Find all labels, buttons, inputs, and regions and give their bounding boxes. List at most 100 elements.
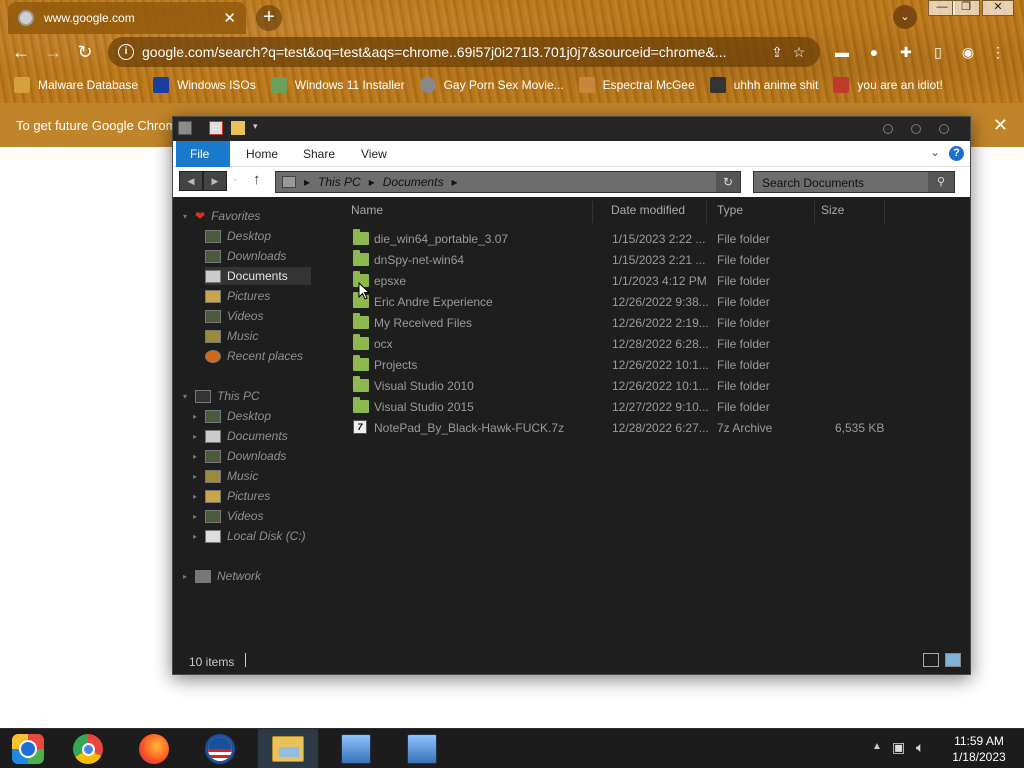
taskbar-firefox[interactable]: [124, 729, 184, 768]
file-row[interactable]: Visual Studio 2010 12/26/2022 10:1... Fi…: [343, 376, 970, 397]
expand-ribbon-icon[interactable]: ⌄: [930, 145, 940, 159]
tab-share[interactable]: Share: [289, 141, 349, 167]
address-bar[interactable]: ▸ This PC ▸ Documents ▸ ↻: [275, 171, 741, 193]
system-clock[interactable]: 11:59 AM 1/18/2023: [944, 733, 1014, 765]
nav-pc-desktop[interactable]: ▸ Desktop: [193, 407, 271, 425]
restore-button[interactable]: ❐: [952, 0, 980, 16]
help-icon[interactable]: ?: [949, 146, 964, 161]
nav-fav-desktop[interactable]: Desktop: [205, 227, 271, 245]
share-icon[interactable]: ⇪: [766, 44, 788, 61]
taskbar-app-2[interactable]: [392, 729, 452, 768]
tab-view[interactable]: View: [347, 141, 401, 167]
maximize-button[interactable]: [911, 124, 921, 134]
forward-button[interactable]: ▶: [203, 171, 227, 191]
nav-fav-pictures[interactable]: Pictures: [205, 287, 270, 305]
explorer-title-bar[interactable]: ▾: [173, 117, 970, 141]
tab-file[interactable]: File: [176, 141, 230, 167]
file-row[interactable]: Projects 12/26/2022 10:1... File folder: [343, 355, 970, 376]
tab-title: www.google.com: [44, 11, 135, 25]
firefox-icon: [139, 734, 169, 764]
taskbar-file-explorer[interactable]: [258, 729, 318, 768]
file-row[interactable]: Visual Studio 2015 12/27/2022 9:10... Fi…: [343, 397, 970, 418]
up-button[interactable]: ↑: [253, 171, 261, 188]
file-type: File folder: [717, 358, 770, 372]
nav-fav-videos[interactable]: Videos: [205, 307, 263, 325]
forward-button[interactable]: →: [40, 39, 66, 65]
close-window-button[interactable]: ✕: [982, 0, 1014, 16]
minimize-button[interactable]: [883, 124, 893, 134]
nav-fav-recent-places[interactable]: Recent places: [205, 347, 303, 365]
close-info-bar-icon[interactable]: ✕: [993, 115, 1008, 136]
search-icon[interactable]: ⚲: [928, 172, 954, 192]
volume-icon[interactable]: 🔈︎: [916, 739, 924, 756]
tab-home[interactable]: Home: [232, 141, 292, 167]
nav-fav-music[interactable]: Music: [205, 327, 258, 345]
profile-icon[interactable]: ◉: [958, 42, 978, 62]
close-button[interactable]: [939, 124, 949, 134]
bookmark-3[interactable]: Gay Porn Sex Movie...: [419, 77, 564, 93]
tab-search-button[interactable]: ⌄: [893, 5, 917, 29]
nav-pc-pictures[interactable]: ▸ Pictures: [193, 487, 270, 505]
nav-pc-local-disk[interactable]: ▸ Local Disk (C:): [193, 527, 306, 545]
large-icons-view-icon[interactable]: [945, 653, 961, 667]
recent-locations-icon[interactable]: ⌄: [231, 173, 239, 184]
network-disconnected-icon[interactable]: ▣: [892, 739, 905, 756]
extension-avatar-icon[interactable]: ●: [864, 42, 884, 62]
taskbar-obama-logo[interactable]: [190, 729, 250, 768]
column-type[interactable]: Type: [709, 201, 815, 223]
refresh-icon[interactable]: ↻: [716, 172, 740, 192]
file-row[interactable]: epsxe 1/1/2023 4:12 PM File folder: [343, 271, 970, 292]
start-button[interactable]: [0, 729, 56, 768]
column-size[interactable]: Size: [813, 201, 885, 223]
bookmark-0[interactable]: Malware Database: [14, 77, 138, 93]
column-name[interactable]: Name: [343, 201, 593, 223]
details-view-icon[interactable]: [923, 653, 939, 667]
taskbar-chrome[interactable]: [58, 729, 118, 768]
new-folder-icon[interactable]: [231, 121, 245, 135]
nav-network[interactable]: ▸ Network: [183, 567, 261, 585]
reload-button[interactable]: ↻: [72, 39, 98, 65]
bookmark-4[interactable]: Espectral McGee: [578, 77, 695, 93]
nav-pc-downloads[interactable]: ▸ Downloads: [193, 447, 286, 465]
properties-icon[interactable]: [209, 121, 223, 135]
file-row[interactable]: dnSpy-net-win64 1/15/2023 2:21 ... File …: [343, 250, 970, 271]
address-bar[interactable]: i google.com/search?q=test&oq=test&aqs=c…: [108, 37, 820, 67]
breadcrumb-documents[interactable]: Documents: [383, 175, 444, 189]
menu-kebab-icon[interactable]: ⋮: [988, 42, 1008, 62]
file-row[interactable]: ocx 12/28/2022 6:28... File folder: [343, 334, 970, 355]
nav-this-pc[interactable]: ▾ This PC: [183, 387, 260, 405]
close-tab-icon[interactable]: ✕: [223, 9, 236, 27]
bookmark-5[interactable]: uhhh anime shit: [709, 77, 818, 93]
show-hidden-icons-chevron-icon[interactable]: ▲: [872, 741, 882, 752]
bookmark-1[interactable]: Windows ISOs: [153, 77, 256, 93]
bookmark-2[interactable]: Windows 11 Installer: [270, 77, 405, 93]
browser-tab[interactable]: www.google.com ✕: [8, 2, 246, 34]
nav-fav-downloads[interactable]: Downloads: [205, 247, 286, 265]
file-type: File folder: [717, 232, 770, 246]
extension-flag-icon[interactable]: ▬: [832, 42, 852, 62]
back-button[interactable]: ◀: [179, 171, 203, 191]
taskbar-app-1[interactable]: [326, 729, 386, 768]
clock-date: 1/18/2023: [952, 750, 1006, 764]
customize-dropdown-icon[interactable]: ▾: [253, 121, 267, 135]
back-button[interactable]: ←: [8, 39, 34, 65]
file-row[interactable]: My Received Files 12/26/2022 2:19... Fil…: [343, 313, 970, 334]
nav-pc-videos[interactable]: ▸ Videos: [193, 507, 263, 525]
bookmark-star-icon[interactable]: ☆: [788, 44, 810, 61]
nav-pc-music[interactable]: ▸ Music: [193, 467, 258, 485]
breadcrumb-this-pc[interactable]: This PC: [318, 175, 361, 189]
nav-fav-documents[interactable]: Documents: [205, 267, 311, 285]
site-info-icon[interactable]: i: [118, 44, 134, 60]
column-date-modified[interactable]: Date modified: [603, 201, 707, 223]
nav-pc-documents[interactable]: ▸ Documents: [193, 427, 288, 445]
new-tab-button[interactable]: +: [256, 5, 282, 31]
extensions-puzzle-icon[interactable]: ✚: [896, 42, 916, 62]
side-panel-icon[interactable]: ▯: [928, 42, 948, 62]
nav-favorites[interactable]: ▾ ❤ Favorites: [183, 207, 260, 225]
file-row[interactable]: Eric Andre Experience 12/26/2022 9:38...…: [343, 292, 970, 313]
bookmark-6[interactable]: you are an idiot!: [833, 77, 943, 93]
folder-icon: [353, 397, 369, 413]
file-row[interactable]: 7 NotePad_By_Black-Hawk-FUCK.7z 12/28/20…: [343, 418, 970, 439]
search-input[interactable]: Search Documents ⚲: [753, 171, 955, 193]
file-row[interactable]: die_win64_portable_3.07 1/15/2023 2:22 .…: [343, 229, 970, 250]
